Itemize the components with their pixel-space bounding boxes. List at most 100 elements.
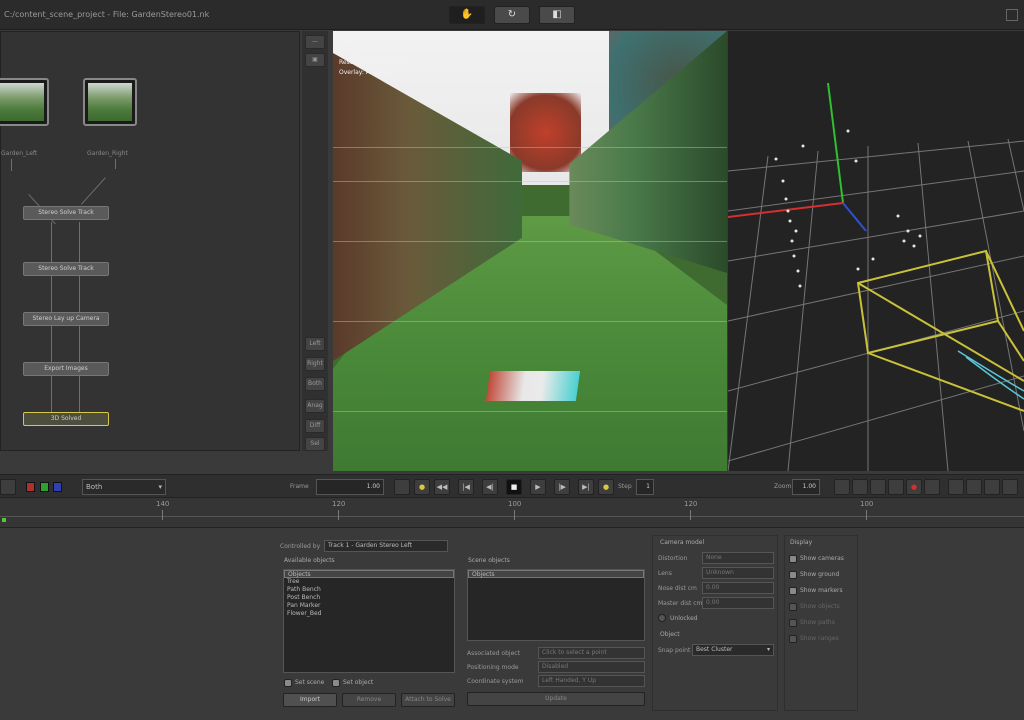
show-markers-checkbox[interactable] (789, 587, 797, 595)
loop-button[interactable] (394, 479, 410, 495)
left-clip-label: Garden_Left (1, 150, 38, 157)
prev-key-button[interactable]: |◀ (458, 479, 474, 495)
step-field[interactable]: 1 (636, 479, 654, 495)
list-item[interactable]: Objects (468, 570, 644, 578)
tool-icon-8[interactable] (984, 479, 1000, 495)
remove-button[interactable]: Remove (342, 693, 396, 707)
image-viewer[interactable]: Frame 1 Camera: Stereo Resolution 1920x1… (333, 31, 727, 471)
left-clip-thumbnail[interactable] (0, 78, 49, 126)
master-dist-field[interactable]: 0.00 (702, 597, 774, 609)
play-button[interactable]: ▶ (530, 479, 546, 495)
scene-objects-title: Scene objects (468, 557, 510, 564)
tool-icon-1[interactable] (834, 479, 850, 495)
side-button-2[interactable]: ▣ (305, 53, 325, 67)
show-cameras-checkbox[interactable] (789, 555, 797, 563)
side-button-sel[interactable]: Sel (305, 437, 325, 451)
unlocked-radio[interactable] (658, 614, 666, 622)
frame-field[interactable]: 1.00 (316, 479, 384, 495)
split-mode-button[interactable]: ◧ (539, 6, 575, 24)
list-item[interactable]: Tree (284, 578, 454, 586)
zoom-label: Zoom (774, 483, 792, 490)
playhead[interactable] (2, 518, 6, 522)
show-ground-checkbox[interactable] (789, 571, 797, 579)
node-stereo-layup-camera[interactable]: Stereo Lay up Camera (23, 312, 109, 326)
node-graph-panel[interactable]: Garden_Left Garden_Right Stereo Solve Tr… (0, 31, 300, 451)
3d-grid (728, 82, 1024, 471)
unlocked-label: Unlocked (670, 615, 698, 622)
controlled-by-select[interactable]: Track 1 - Garden Stereo Left (324, 540, 448, 552)
view-select[interactable]: Both ▾ (82, 479, 166, 495)
available-objects-list[interactable]: Objects Tree Path Bench Post Bench Pan M… (283, 569, 455, 673)
side-button-left[interactable]: Left (305, 337, 325, 351)
node-stereo-solve-track-1[interactable]: Stereo Solve Track (23, 206, 109, 220)
tool-icon-4[interactable] (888, 479, 904, 495)
nose-dist-field[interactable]: 0.00 (702, 582, 774, 594)
node-export-images[interactable]: Export Images (23, 362, 109, 376)
side-button-1[interactable]: — (305, 35, 325, 49)
frame-label: Frame (290, 483, 309, 490)
chevron-down-icon: ▾ (766, 646, 770, 653)
overlay-line-3: Resolution 1920x1080 (339, 59, 407, 66)
side-button-both[interactable]: Both (305, 377, 325, 391)
show-ranges-checkbox[interactable] (789, 635, 797, 643)
overlay-line-1: Frame 1 (339, 39, 364, 46)
distortion-field[interactable]: None (702, 552, 774, 564)
show-paths-checkbox[interactable] (789, 619, 797, 627)
list-item[interactable]: Objects (284, 570, 454, 578)
node-stereo-solve-track-2[interactable]: Stereo Solve Track (23, 262, 109, 276)
show-ground-label: Show ground (800, 571, 840, 578)
update-button[interactable]: Update (467, 692, 645, 706)
lens-field[interactable]: Unknown (702, 567, 774, 579)
list-item[interactable]: Post Bench (284, 594, 454, 602)
side-button-diff[interactable]: Diff (305, 419, 325, 433)
attach-button[interactable]: Attach to Solve (401, 693, 455, 707)
show-objects-checkbox[interactable] (789, 603, 797, 611)
blue-channel-chip[interactable] (53, 482, 62, 492)
node-3d-solved[interactable]: 3D Solved (23, 412, 109, 426)
menu-icon[interactable] (1006, 9, 1018, 21)
record-icon[interactable]: ● (906, 479, 922, 495)
master-dist-label: Master dist cm (658, 600, 703, 607)
marker-button-2[interactable]: ● (598, 479, 614, 495)
side-button-anaglyph[interactable]: Anag (305, 399, 325, 413)
nose-dist-label: Nose dist cm (658, 585, 697, 592)
set-object-checkbox[interactable] (332, 679, 340, 687)
object-title: Object (660, 631, 680, 638)
title-bar: C:/content_scene_project - File: GardenS… (0, 0, 1024, 30)
list-item[interactable]: Path Bench (284, 586, 454, 594)
tool-icon-2[interactable] (852, 479, 868, 495)
next-frame-button[interactable]: |▶ (554, 479, 570, 495)
associated-object-field[interactable]: Click to select a point (538, 647, 645, 659)
right-clip-thumbnail[interactable] (83, 78, 137, 126)
first-frame-button[interactable]: ◀◀ (434, 479, 450, 495)
coordinate-system-field[interactable]: Left Handed, Y Up (538, 675, 645, 687)
zoom-field[interactable]: 1.00 (792, 479, 820, 495)
scene-objects-list[interactable]: Objects (467, 569, 645, 641)
import-button[interactable]: Import (283, 693, 337, 707)
pan-mode-button[interactable]: ✋ (449, 6, 485, 24)
green-channel-chip[interactable] (40, 482, 49, 492)
tool-icon-9[interactable] (1002, 479, 1018, 495)
transport-bar: Both ▾ Frame 1.00 ● ◀◀ |◀ ◀| ■ ▶ |▶ ▶| ●… (0, 474, 1024, 498)
stop-button[interactable]: ■ (506, 479, 522, 495)
list-item[interactable]: Pan Marker (284, 602, 454, 610)
timeline[interactable]: 140 120 100 120 100 (0, 498, 1024, 528)
panel-toggle-button[interactable] (0, 479, 16, 495)
tool-icon-3[interactable] (870, 479, 886, 495)
marker-button[interactable]: ● (414, 479, 430, 495)
set-scene-checkbox[interactable] (284, 679, 292, 687)
tool-icon-7[interactable] (966, 479, 982, 495)
3d-scene-view[interactable] (728, 31, 1024, 471)
side-button-right[interactable]: Right (305, 357, 325, 371)
positioning-mode-field[interactable]: Disabled (538, 661, 645, 673)
red-channel-chip[interactable] (26, 482, 35, 492)
tick-label-1: 140 (156, 500, 170, 508)
list-item[interactable]: Flower_Bed (284, 610, 454, 618)
prev-frame-button[interactable]: ◀| (482, 479, 498, 495)
rotate-mode-button[interactable]: ↻ (494, 6, 530, 24)
snap-point-select[interactable]: Best Cluster ▾ (692, 644, 774, 656)
tool-icon-6[interactable] (948, 479, 964, 495)
tool-icon-5[interactable] (924, 479, 940, 495)
viewer-side-toolbar: — ▣ Left Right Both Anag Diff Sel (302, 31, 328, 451)
next-key-button[interactable]: ▶| (578, 479, 594, 495)
